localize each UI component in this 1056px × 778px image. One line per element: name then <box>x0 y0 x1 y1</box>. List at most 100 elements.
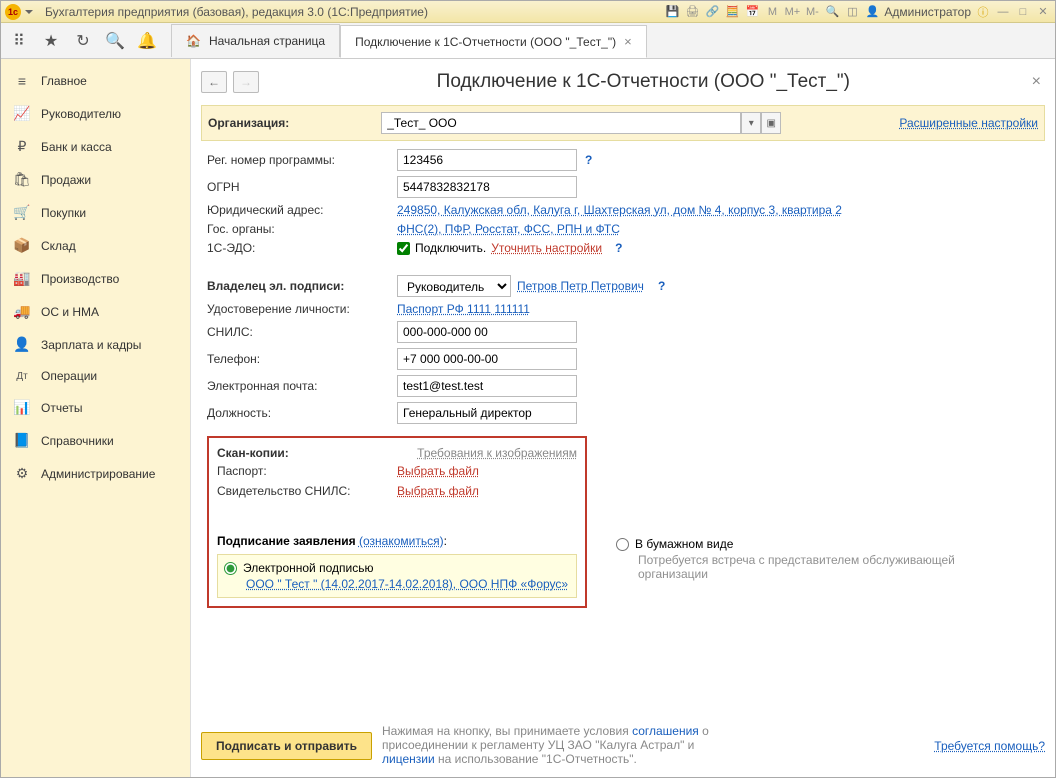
calendar-icon[interactable]: 📅 <box>744 4 760 20</box>
sidebar-item-assets[interactable]: 🚚ОС и НМА <box>1 295 190 328</box>
phone-label: Телефон: <box>207 352 397 366</box>
org-dropdown-icon[interactable]: ▾ <box>741 112 761 134</box>
edo-checkbox[interactable] <box>397 242 410 255</box>
gos-link[interactable]: ФНС(2), ПФР, Росстат, ФСС, РПН и ФТС <box>397 222 620 236</box>
save-icon[interactable]: 💾 <box>664 4 680 20</box>
email-label: Электронная почта: <box>207 379 397 393</box>
sign-electronic-label: Электронной подписью <box>243 561 373 575</box>
scan-copies-box: Скан-копии: Требования к изображениям Па… <box>207 436 587 608</box>
scan-label: Скан-копии: <box>217 446 289 460</box>
sidebar-item-production[interactable]: 🏭Производство <box>1 262 190 295</box>
ogrn-label: ОГРН <box>207 180 397 194</box>
owner-label: Владелец эл. подписи: <box>207 279 397 293</box>
ogrn-input[interactable] <box>397 176 577 198</box>
sidebar-item-operations[interactable]: ДтОперации <box>1 361 190 391</box>
app-menu-dropdown[interactable] <box>25 10 33 14</box>
user-label[interactable]: Администратор <box>884 5 971 19</box>
notifications-icon[interactable]: 🔔 <box>135 29 159 53</box>
m-icon[interactable]: M <box>764 4 780 20</box>
scan-requirements-link[interactable]: Требования к изображениям <box>417 446 577 460</box>
sidebar-item-sales[interactable]: 🛍Продажи <box>1 163 190 196</box>
help-icon[interactable]: ? <box>615 241 622 255</box>
edo-label: 1С-ЭДО: <box>207 241 397 255</box>
owner-name-link[interactable]: Петров Петр Петрович <box>517 279 644 293</box>
sidebar-item-references[interactable]: 📘Справочники <box>1 424 190 457</box>
passport-file-link[interactable]: Выбрать файл <box>397 464 577 478</box>
agreement-link[interactable]: соглашения <box>632 724 699 738</box>
edo-refine-link[interactable]: Уточнить настройки <box>491 241 602 255</box>
sidebar-item-bank[interactable]: ₽Банк и касса <box>1 130 190 163</box>
link-icon[interactable]: 🔗 <box>704 4 720 20</box>
regnum-input[interactable] <box>397 149 577 171</box>
org-input[interactable] <box>381 112 741 134</box>
sign-paper-detail: Потребуется встреча с представителем обс… <box>638 553 1012 581</box>
sidebar: ≡Главное 📈Руководителю ₽Банк и касса 🛍Пр… <box>1 59 191 777</box>
sidebar-item-reports[interactable]: 📊Отчеты <box>1 391 190 424</box>
sidebar-item-stock[interactable]: 📦Склад <box>1 229 190 262</box>
page-title: Подключение к 1С-Отчетности (ООО "_Тест_… <box>265 71 1022 93</box>
sign-paper-radio[interactable] <box>616 538 629 551</box>
tab-close-icon[interactable]: × <box>624 34 632 49</box>
app-icon: 1c <box>5 4 21 20</box>
snils-input[interactable] <box>397 321 577 343</box>
position-input[interactable] <box>397 402 577 424</box>
snils-doc-label: Свидетельство СНИЛС: <box>217 484 397 498</box>
advanced-settings-link[interactable]: Расширенные настройки <box>899 116 1038 130</box>
info-icon[interactable]: ⓘ <box>975 4 991 20</box>
panels-icon[interactable]: ◫ <box>844 4 860 20</box>
apps-icon[interactable]: ⠿ <box>7 29 31 53</box>
history-icon[interactable]: ↻ <box>71 29 95 53</box>
dtkt-icon: Дт <box>13 371 31 382</box>
sidebar-item-manager[interactable]: 📈Руководителю <box>1 97 190 130</box>
report-icon: 📊 <box>13 399 31 416</box>
owner-role-select[interactable]: Руководитель <box>397 275 511 297</box>
sign-learn-link[interactable]: (ознакомиться) <box>359 534 444 548</box>
zoom-icon[interactable]: 🔍 <box>824 4 840 20</box>
window-title: Бухгалтерия предприятия (базовая), редак… <box>45 5 664 19</box>
edo-connect-label: Подключить. <box>415 241 486 255</box>
org-open-icon[interactable]: ▣ <box>761 112 781 134</box>
person-icon: 👤 <box>13 336 31 353</box>
sidebar-item-main[interactable]: ≡Главное <box>1 65 190 97</box>
sidebar-item-hr[interactable]: 👤Зарплата и кадры <box>1 328 190 361</box>
sidebar-item-purchases[interactable]: 🛒Покупки <box>1 196 190 229</box>
address-link[interactable]: 249850, Калужская обл, Калуга г, Шахтерс… <box>397 203 842 217</box>
id-link[interactable]: Паспорт РФ 1111 111111 <box>397 302 530 316</box>
passport-label: Паспорт: <box>217 464 397 478</box>
snils-file-link[interactable]: Выбрать файл <box>397 484 577 498</box>
sign-cert-link[interactable]: ООО " Тест " (14.02.2017-14.02.2018), ОО… <box>246 577 568 591</box>
tab-home-label: Начальная страница <box>209 34 325 48</box>
favorites-icon[interactable]: ★ <box>39 29 63 53</box>
m-minus-icon[interactable]: M- <box>804 4 820 20</box>
sign-title: Подписание заявления <box>217 534 356 548</box>
help-link[interactable]: Требуется помощь? <box>934 739 1045 753</box>
menu-icon: ≡ <box>13 73 31 89</box>
org-label: Организация: <box>208 116 289 130</box>
email-input[interactable] <box>397 375 577 397</box>
m-plus-icon[interactable]: M+ <box>784 4 800 20</box>
box-icon: 📦 <box>13 237 31 254</box>
sidebar-item-admin[interactable]: ⚙Администрирование <box>1 457 190 490</box>
help-icon[interactable]: ? <box>658 279 665 293</box>
bag-icon: 🛍 <box>13 171 31 188</box>
factory-icon: 🏭 <box>13 270 31 287</box>
address-label: Юридический адрес: <box>207 203 397 217</box>
calc-icon[interactable]: 🧮 <box>724 4 740 20</box>
print-icon[interactable]: 🖨 <box>684 4 700 20</box>
tab-home[interactable]: 🏠 Начальная страница <box>171 24 340 57</box>
submit-button[interactable]: Подписать и отправить <box>201 732 372 760</box>
phone-input[interactable] <box>397 348 577 370</box>
close-window-icon[interactable]: ✕ <box>1035 4 1051 20</box>
help-icon[interactable]: ? <box>585 153 592 167</box>
tab-reporting-label: Подключение к 1С-Отчетности (ООО "_Тест_… <box>355 35 616 49</box>
close-page-icon[interactable]: × <box>1028 69 1045 95</box>
minimize-icon[interactable]: — <box>995 4 1011 20</box>
gear-icon: ⚙ <box>13 465 31 482</box>
back-button[interactable]: ← <box>201 71 227 93</box>
forward-button[interactable]: → <box>233 71 259 93</box>
license-link[interactable]: лицензии <box>382 752 435 766</box>
maximize-icon[interactable]: □ <box>1015 4 1031 20</box>
search-icon[interactable]: 🔍 <box>103 29 127 53</box>
sign-electronic-radio[interactable] <box>224 562 237 575</box>
tab-reporting[interactable]: Подключение к 1С-Отчетности (ООО "_Тест_… <box>340 25 647 58</box>
